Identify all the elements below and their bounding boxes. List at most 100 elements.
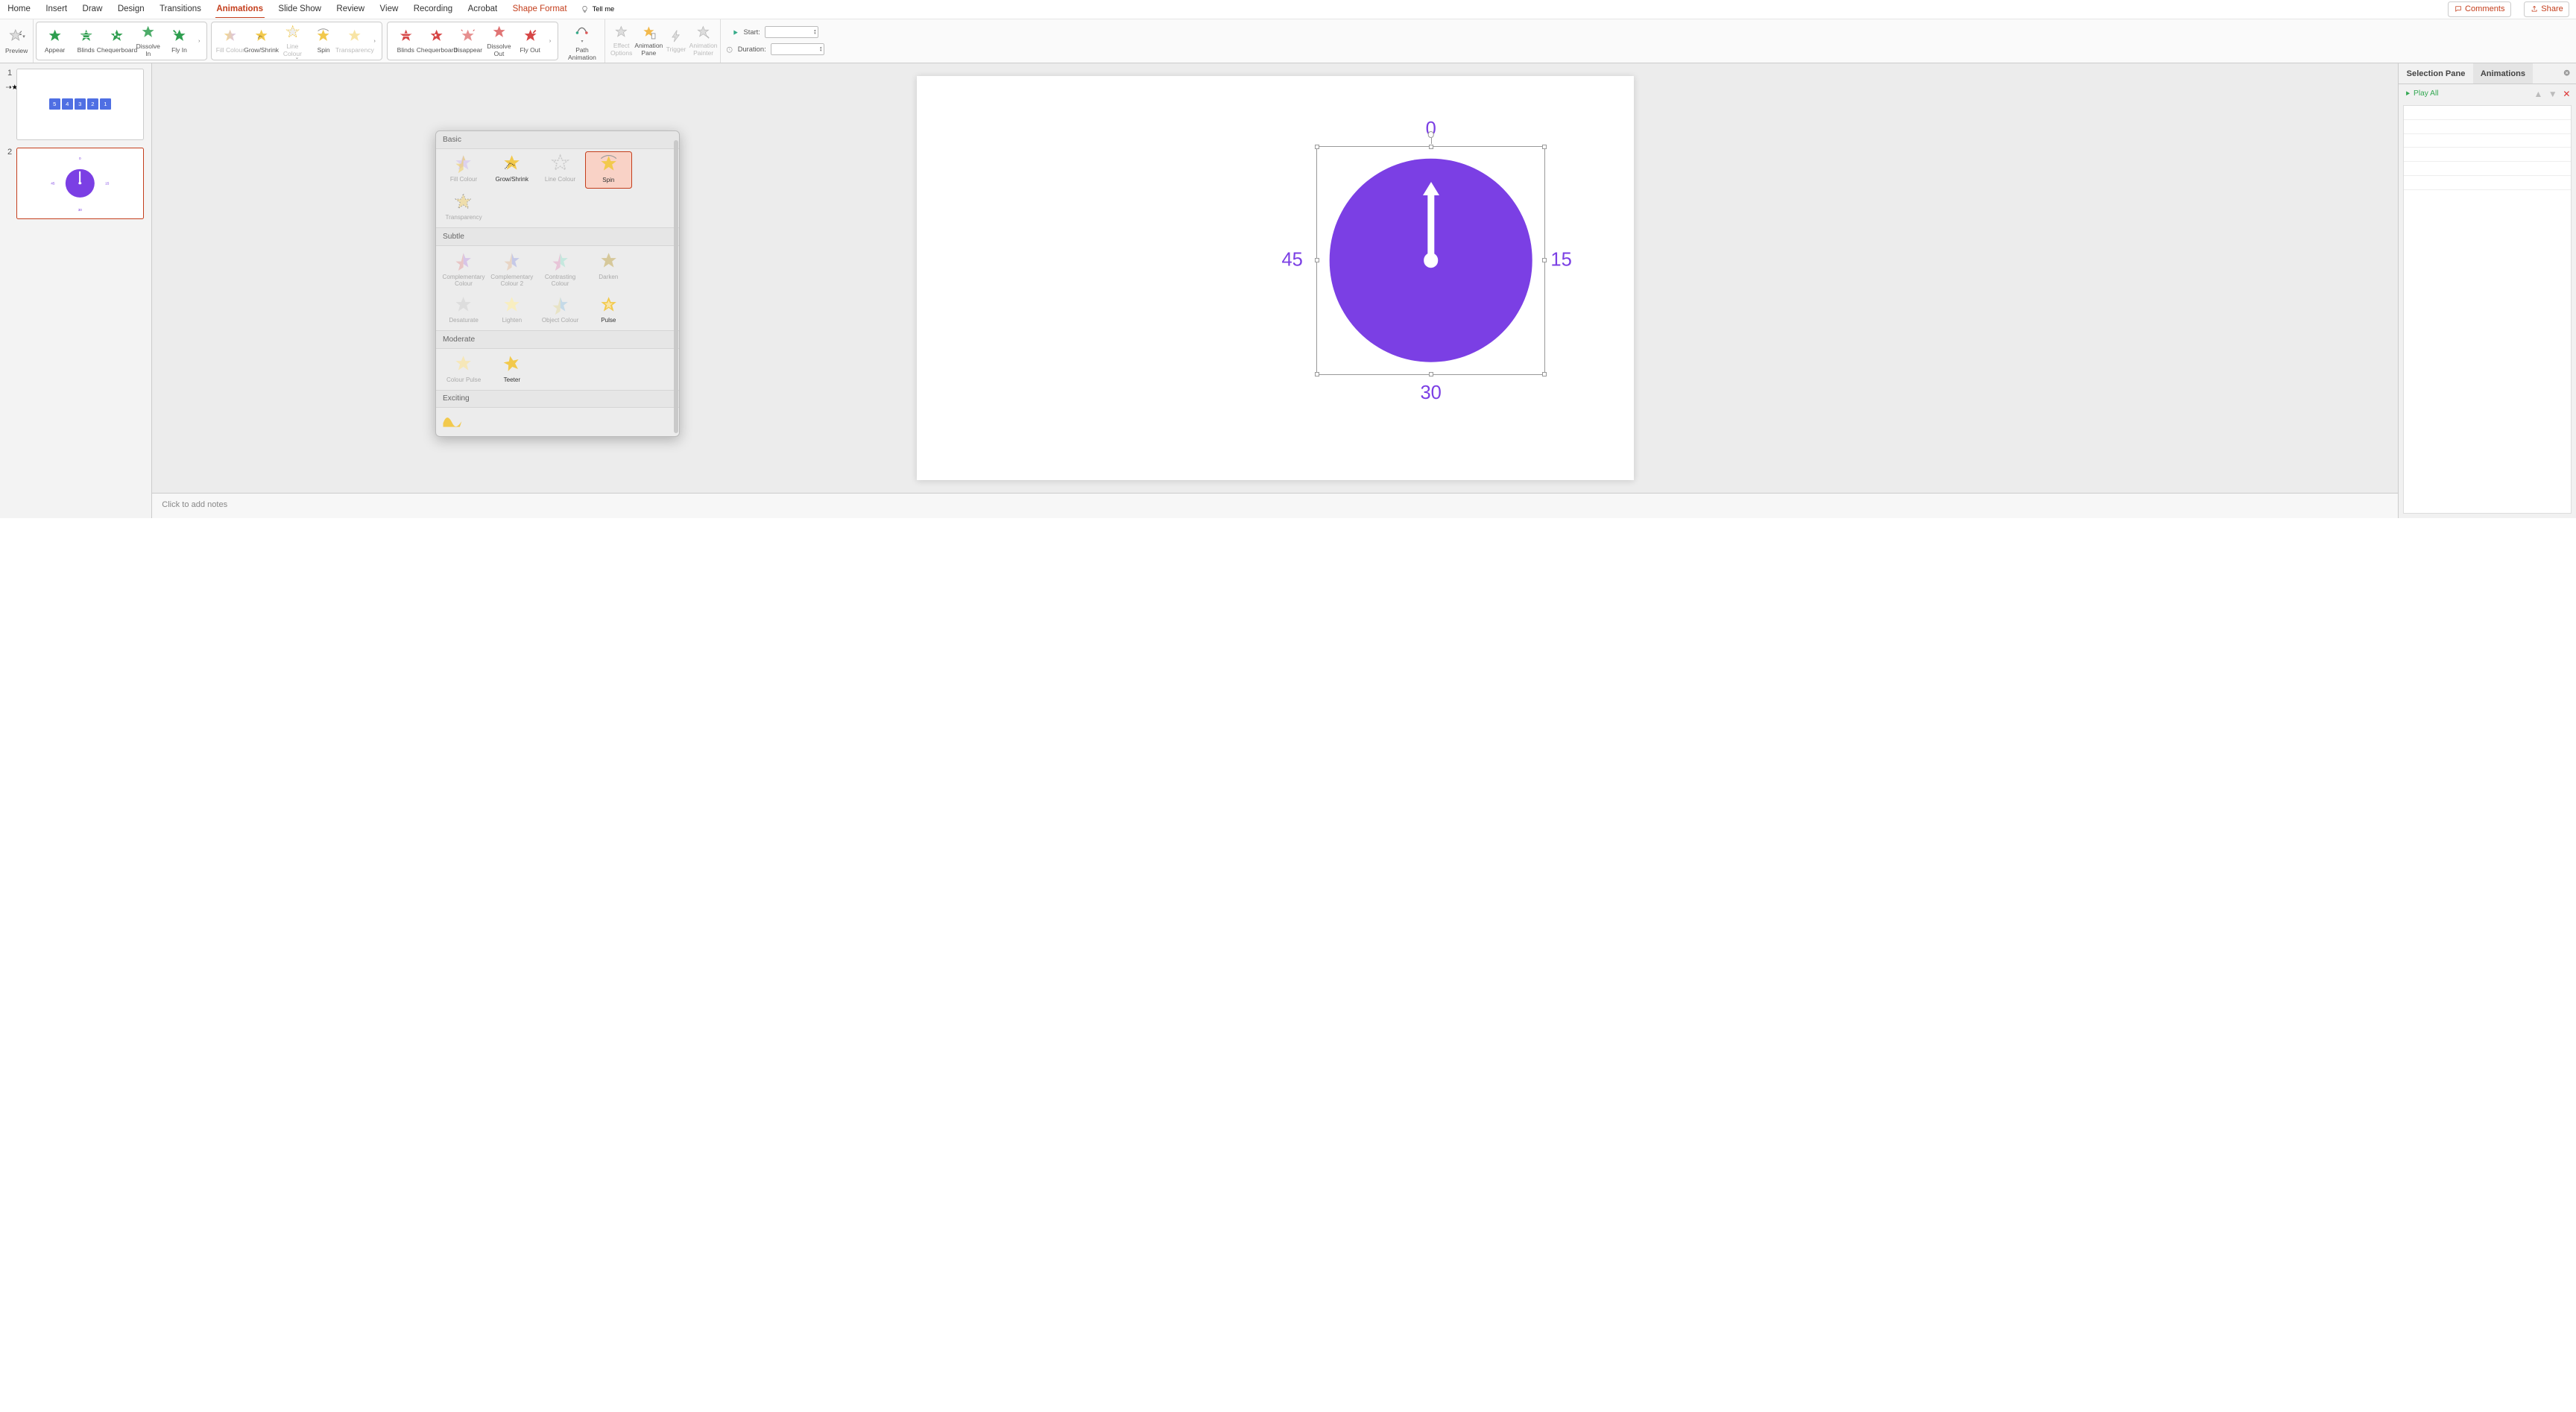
advanced-group: Effect Options Animation Pane Trigger An… (605, 19, 721, 63)
pane-close-button[interactable] (2557, 69, 2576, 79)
resize-handle[interactable] (1542, 145, 1547, 149)
clock-shape[interactable]: 0 15 30 45 (1316, 146, 1545, 375)
exit-fly-out[interactable]: Fly Out (516, 28, 545, 54)
gallery-colour-pulse[interactable]: Colour Pulse (441, 352, 487, 388)
gallery-scrollbar[interactable] (674, 140, 678, 433)
gallery-desaturate[interactable]: Desaturate (441, 292, 487, 328)
emphasis-spin[interactable]: Spin (309, 28, 338, 54)
gallery-complementary-colour[interactable]: Complementary Colour (441, 249, 487, 291)
gallery-contrasting-colour[interactable]: Contrasting Colour (537, 249, 584, 291)
emphasis-dropdown-caret[interactable]: ⌄ (294, 54, 299, 60)
list-item[interactable] (2404, 162, 2571, 176)
exit-disappear[interactable]: Disappear (453, 28, 482, 54)
tab-shape-format[interactable]: Shape Format (511, 1, 568, 17)
move-up-button[interactable]: ▲ (2534, 89, 2542, 99)
resize-handle[interactable] (1542, 372, 1547, 376)
share-button[interactable]: Share (2524, 1, 2569, 17)
emphasis-fill-colour[interactable]: Fill Colour (215, 28, 244, 54)
emphasis-transparency[interactable]: Transparency (340, 28, 369, 54)
start-dropdown[interactable]: ▴▾ (765, 26, 818, 38)
star-icon (140, 25, 156, 40)
exit-more[interactable]: › (546, 37, 553, 44)
trigger-button[interactable]: Trigger (663, 29, 689, 52)
star-icon (253, 28, 269, 44)
exit-chequerboard[interactable]: Chequerboard (422, 28, 451, 54)
exit-dissolve-out[interactable]: Dissolve Out (484, 25, 514, 57)
path-icon (574, 21, 590, 37)
thumbnail-slide-2[interactable]: 0 15 30 45 (16, 148, 143, 219)
tab-draw[interactable]: Draw (81, 1, 104, 17)
gallery-grow-shrink[interactable]: Grow/Shrink (488, 151, 535, 189)
share-icon (2531, 5, 2538, 13)
tab-insert[interactable]: Insert (45, 1, 69, 17)
path-animation-button[interactable]: ▾ Path Animation (564, 21, 600, 60)
resize-handle[interactable] (1315, 372, 1319, 376)
gallery-complementary-colour-2[interactable]: Complementary Colour 2 (488, 249, 535, 291)
tab-transitions[interactable]: Transitions (158, 1, 202, 17)
entrance-more[interactable]: › (196, 37, 203, 44)
thumbnail-slide-1[interactable]: 5 4 3 2 1 (16, 69, 143, 140)
list-item[interactable] (2404, 176, 2571, 190)
star-icon (523, 28, 538, 44)
gallery-line-colour[interactable]: Line Colour (537, 151, 584, 189)
move-down-button[interactable]: ▼ (2548, 89, 2557, 99)
resize-handle[interactable] (1542, 258, 1547, 262)
pane-tab-animations[interactable]: Animations (2473, 63, 2534, 83)
entrance-fly-in[interactable]: Fly In (165, 28, 194, 54)
resize-handle[interactable] (1315, 258, 1319, 262)
emphasis-dropdown-gallery: Basic Fill Colour Grow/Shrink Line Colou… (435, 130, 681, 438)
resize-handle[interactable] (1429, 372, 1433, 376)
animation-list[interactable] (2403, 105, 2572, 514)
star-icon (599, 295, 619, 315)
duration-input[interactable]: ▴▾ (771, 43, 824, 55)
notes-pane[interactable]: Click to add notes (152, 493, 2398, 518)
tab-slideshow[interactable]: Slide Show (277, 1, 323, 17)
list-item[interactable] (2404, 148, 2571, 162)
emphasis-grow-shrink[interactable]: Grow/Shrink (247, 28, 276, 54)
entrance-appear[interactable]: Appear (40, 28, 69, 54)
gallery-object-colour[interactable]: Object Colour (537, 292, 584, 328)
entrance-chequerboard[interactable]: Chequerboard (102, 28, 131, 54)
star-icon (460, 28, 476, 44)
gallery-fill-colour[interactable]: Fill Colour (441, 151, 487, 189)
effect-options-button[interactable]: Effect Options (609, 25, 634, 56)
gallery-teeter[interactable]: Teeter (488, 352, 535, 388)
comments-button[interactable]: Comments (2448, 1, 2511, 17)
emphasis-more[interactable]: › (371, 37, 378, 44)
gallery-darken[interactable]: Darken (585, 249, 632, 291)
star-icon (502, 154, 522, 174)
gallery-lighten[interactable]: Lighten (488, 292, 535, 328)
star-icon (502, 354, 522, 374)
tab-animations[interactable]: Animations (215, 1, 265, 18)
list-item[interactable] (2404, 106, 2571, 120)
tab-design[interactable]: Design (116, 1, 145, 17)
tab-acrobat[interactable]: Acrobat (467, 1, 499, 17)
preview-button[interactable]: ▾ Preview (4, 28, 29, 54)
content-area: 1 ⇢★ 5 4 3 2 1 2 (0, 63, 2576, 518)
delete-animation-button[interactable]: ✕ (2563, 89, 2570, 99)
tab-home[interactable]: Home (7, 1, 32, 17)
slide: 0 15 30 45 (917, 76, 1635, 480)
resize-handle[interactable] (1429, 145, 1433, 149)
tab-recording[interactable]: Recording (412, 1, 454, 17)
pane-tab-selection[interactable]: Selection Pane (2399, 63, 2472, 83)
gallery-spin[interactable]: Spin (585, 151, 632, 189)
tell-me[interactable]: Tell me (581, 5, 614, 13)
editor-area: 0 15 30 45 (152, 63, 2398, 518)
entrance-dissolve-in[interactable]: Dissolve In (133, 25, 162, 57)
play-all-button[interactable]: Play All (2405, 89, 2438, 98)
emphasis-line-colour[interactable]: Line Colour (278, 25, 307, 57)
list-item[interactable] (2404, 134, 2571, 148)
tab-view[interactable]: View (379, 1, 400, 17)
gallery-pulse[interactable]: Pulse (585, 292, 632, 328)
thumb-number-1: 1 (4, 69, 12, 140)
start-row: Start: ▴▾ (732, 26, 818, 38)
tab-review[interactable]: Review (335, 1, 366, 17)
animation-painter-button[interactable]: Animation Painter (691, 25, 716, 56)
gallery-transparency[interactable]: Transparency (441, 189, 487, 225)
star-icon (429, 28, 444, 44)
resize-handle[interactable] (1315, 145, 1319, 149)
animation-pane-button[interactable]: Animation Pane (636, 25, 661, 56)
list-item[interactable] (2404, 120, 2571, 134)
rotate-handle[interactable] (1427, 131, 1434, 138)
